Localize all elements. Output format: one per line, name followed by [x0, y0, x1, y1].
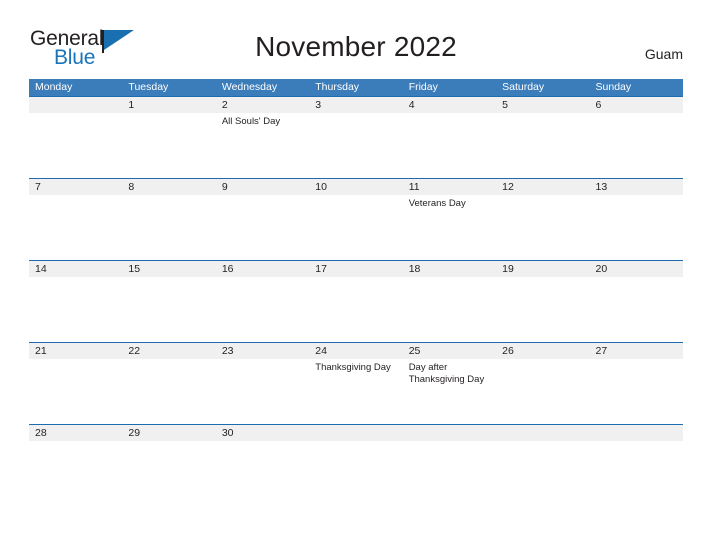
- day-event: Veterans Day: [408, 198, 466, 209]
- day-number[interactable]: 21: [29, 343, 122, 359]
- day-event: [122, 441, 215, 444]
- week-event-band: Thanksgiving Day Day after Thanksgiving …: [29, 359, 683, 386]
- weekday-header-sunday: Sunday: [595, 81, 632, 93]
- week-row: 1 2 3 4 5 6 All Souls' Day: [29, 96, 683, 178]
- day-number[interactable]: 8: [122, 179, 215, 195]
- day-event: All Souls' Day: [221, 116, 281, 127]
- day-number[interactable]: 1: [122, 97, 215, 113]
- week-date-band: 7 8 9 10 11 12 13: [29, 179, 683, 195]
- day-event: [216, 277, 309, 280]
- day-event: Day after Thanksgiving Day: [408, 362, 485, 385]
- day-number[interactable]: 25: [403, 343, 496, 359]
- calendar-page: General Blue November 2022 Guam Monday T…: [0, 0, 712, 550]
- day-number[interactable]: 16: [216, 261, 309, 277]
- day-number[interactable]: 24: [309, 343, 402, 359]
- week-event-band: [29, 441, 683, 444]
- week-date-band: 21 22 23 24 25 26 27: [29, 343, 683, 359]
- day-event: [216, 359, 309, 386]
- weekday-header-friday: Friday: [408, 81, 438, 93]
- day-number[interactable]: 22: [122, 343, 215, 359]
- day-event: [403, 441, 496, 444]
- day-event: [29, 441, 122, 444]
- day-number[interactable]: 9: [216, 179, 309, 195]
- page-title: November 2022: [255, 31, 457, 62]
- day-event: [496, 441, 589, 444]
- day-number: [590, 425, 683, 441]
- day-event: Thanksgiving Day: [315, 362, 391, 373]
- day-event: [590, 441, 683, 444]
- day-event: [122, 113, 215, 128]
- day-number[interactable]: 4: [403, 97, 496, 113]
- weekday-header-wednesday: Wednesday: [221, 81, 278, 93]
- day-number[interactable]: 23: [216, 343, 309, 359]
- day-event: [309, 441, 402, 444]
- week-date-band: 28 29 30: [29, 425, 683, 441]
- day-event: [590, 277, 683, 280]
- week-date-band: 14 15 16 17 18 19 20: [29, 261, 683, 277]
- day-event: [122, 359, 215, 386]
- day-number[interactable]: 5: [496, 97, 589, 113]
- day-event: [309, 195, 402, 210]
- day-event: [496, 359, 589, 386]
- day-number[interactable]: 30: [216, 425, 309, 441]
- week-date-band: 1 2 3 4 5 6: [29, 97, 683, 113]
- day-number[interactable]: 15: [122, 261, 215, 277]
- day-number[interactable]: 19: [496, 261, 589, 277]
- region-label: Guam: [644, 46, 683, 62]
- day-number[interactable]: 10: [309, 179, 402, 195]
- day-number[interactable]: 12: [496, 179, 589, 195]
- day-event: [122, 195, 215, 210]
- day-event: [29, 113, 122, 128]
- weekday-header-thursday: Thursday: [315, 81, 360, 93]
- day-event: [496, 113, 589, 128]
- weekday-header-row: Monday Tuesday Wednesday Thursday Friday…: [29, 79, 683, 96]
- day-number[interactable]: 17: [309, 261, 402, 277]
- day-event: [496, 277, 589, 280]
- weekday-header-tuesday: Tuesday: [128, 81, 169, 93]
- day-number: [309, 425, 402, 441]
- weekday-header-monday: Monday: [35, 81, 73, 93]
- day-event: [309, 113, 402, 128]
- day-number[interactable]: 3: [309, 97, 402, 113]
- week-row: 21 22 23 24 25 26 27 Thanksgiving Day Da…: [29, 342, 683, 424]
- day-event: [403, 113, 496, 128]
- day-event: [122, 277, 215, 280]
- day-number[interactable]: 18: [403, 261, 496, 277]
- day-number[interactable]: 14: [29, 261, 122, 277]
- day-number: [403, 425, 496, 441]
- day-event: [309, 277, 402, 280]
- week-row: 14 15 16 17 18 19 20: [29, 260, 683, 342]
- day-number[interactable]: 7: [29, 179, 122, 195]
- day-event: [216, 441, 309, 444]
- day-event: [29, 277, 122, 280]
- day-number[interactable]: 27: [590, 343, 683, 359]
- day-event: [590, 359, 683, 386]
- week-row: 28 29 30: [29, 424, 683, 454]
- day-event: [496, 195, 589, 210]
- day-number[interactable]: 2: [216, 97, 309, 113]
- day-event: [590, 113, 683, 128]
- day-event: [590, 195, 683, 210]
- page-header: General Blue November 2022 Guam: [0, 0, 712, 79]
- day-number[interactable]: 13: [590, 179, 683, 195]
- day-number[interactable]: 11: [403, 179, 496, 195]
- day-event: [29, 195, 122, 210]
- day-number[interactable]: 28: [29, 425, 122, 441]
- week-row: 7 8 9 10 11 12 13 Veterans Day: [29, 178, 683, 260]
- week-event-band: All Souls' Day: [29, 113, 683, 128]
- weekday-header-saturday: Saturday: [502, 81, 545, 93]
- day-number[interactable]: 20: [590, 261, 683, 277]
- week-event-band: [29, 277, 683, 280]
- day-event: [29, 359, 122, 386]
- day-number[interactable]: 29: [122, 425, 215, 441]
- day-event: [403, 277, 496, 280]
- week-event-band: Veterans Day: [29, 195, 683, 210]
- day-event: [216, 195, 309, 210]
- calendar-grid: Monday Tuesday Wednesday Thursday Friday…: [29, 79, 683, 454]
- day-number: [496, 425, 589, 441]
- day-number[interactable]: 6: [590, 97, 683, 113]
- day-number[interactable]: 26: [496, 343, 589, 359]
- day-number[interactable]: [29, 97, 122, 113]
